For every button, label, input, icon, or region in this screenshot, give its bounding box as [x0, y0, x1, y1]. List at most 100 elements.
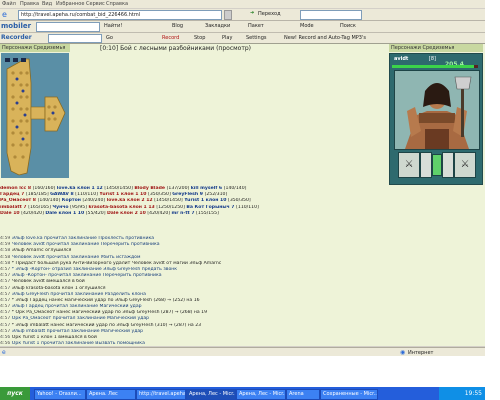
right-panel-header: Персонажи Средиземья [389, 44, 483, 52]
bookmarks-button[interactable]: Закладки [205, 23, 230, 29]
log-time: 4:57 [0, 304, 12, 310]
mp3-promo-link[interactable]: New! Record and Auto-Tag MP3's [284, 35, 366, 41]
log-text: Орк Ра_Омасеот прочитал заклинание Магич… [11, 316, 150, 322]
fighter-name[interactable]: Гардец 7 [0, 192, 26, 197]
armor-slot-icon[interactable] [420, 152, 432, 178]
fighter-hp: [1450/1450] [104, 186, 135, 191]
fighter-name[interactable]: Dale 10 [0, 211, 21, 216]
address-input[interactable]: http://travel.apeha.ru/combat_bid_226466… [18, 10, 222, 20]
fighter-name[interactable]: kill myself 6 [191, 186, 224, 191]
fighter-hp: [155/155] [196, 210, 219, 216]
menu-file[interactable]: Файл [2, 1, 16, 7]
player-portrait [394, 70, 480, 150]
stop-button[interactable]: Stop [194, 35, 205, 41]
mana-bar [432, 154, 442, 176]
browser-window: Файл Правка Вид Избранное Сервис Справка… [0, 0, 485, 400]
log-time: 4:57 [0, 285, 12, 291]
ie-icon: e [2, 10, 7, 19]
toolbar-search-input[interactable] [300, 10, 362, 20]
log-time: 4:57 [0, 328, 12, 334]
fighter-hp: [140/140] [37, 198, 62, 204]
player-name[interactable]: avidt [394, 56, 408, 62]
toolbar1-search-input[interactable] [36, 22, 100, 32]
blog-button[interactable]: Blog [172, 23, 183, 29]
log-text: Человек avidt прочитал заклинание Перече… [11, 242, 160, 248]
task-item[interactable]: Арена, Лес - Micr... [186, 389, 236, 400]
fighter-name[interactable]: krasota-basota клон 1 13 [88, 205, 156, 210]
fighter-name[interactable]: demon lcc 8 [0, 186, 33, 191]
internet-zone-icon: ◉ [400, 349, 406, 356]
fighter-name[interactable]: Yurist 1 клон 1 10 [99, 192, 148, 197]
right-weapon-slot-icon[interactable]: ⚔ [454, 152, 476, 178]
task-item[interactable]: Арена, Лес - Micr... [236, 389, 286, 400]
log-text: Эльф krasota-basota клон 1 оглушился [11, 285, 106, 291]
log-text: Орк Yurist 1 прочитал заклинание Вызвать… [11, 341, 145, 347]
record-button[interactable]: Record [162, 35, 179, 41]
start-button[interactable]: пуск [0, 387, 30, 400]
mode-button[interactable]: Mode [300, 23, 314, 29]
log-time: 4:57 [0, 310, 12, 316]
find-button[interactable]: Найти! [104, 23, 122, 29]
fighter-name[interactable]: Ра_Омасеот 8 [0, 198, 38, 203]
fighter-name[interactable]: imbalatt 7 [0, 205, 28, 210]
recorder-go-button[interactable]: Go [106, 35, 113, 41]
package-button[interactable]: Пакет [248, 23, 264, 29]
menu-tools[interactable]: Сервис [86, 1, 105, 7]
log-time: 4:58 [0, 248, 12, 254]
log-text: Орк Yurist 1 клон 1 вмешался в бой [11, 335, 97, 340]
fighter-name[interactable]: Blody Blade [134, 186, 166, 191]
task-item[interactable]: Сохраненные - Micr... [320, 389, 378, 400]
shield-slot-icon[interactable] [442, 152, 454, 178]
task-item[interactable]: http://travel.apeha [136, 389, 186, 400]
recorder-brand: Recorder [1, 34, 32, 41]
fighter-hp: [95/95] [70, 204, 89, 210]
menu-edit[interactable]: Правка [20, 1, 39, 7]
player-header: avidt [8] [392, 56, 478, 64]
task-item[interactable]: Арена. Лес [86, 389, 136, 400]
fighter-name[interactable]: love.ka клон 1 12 [57, 186, 105, 191]
fighter-name[interactable]: love.ka клон 2 12 [107, 198, 155, 203]
battle-map[interactable] [1, 53, 69, 178]
settings-button[interactable]: Settings [246, 35, 267, 41]
fighter-name[interactable]: Ва Кот Горыныч 7 [186, 205, 236, 210]
equipment-slots: ⚔ ⚔ [394, 152, 478, 178]
go-button[interactable]: Переход [258, 11, 281, 17]
menu-help[interactable]: Справка [106, 1, 128, 7]
log-text: Эльф imbalatt прочитал заклинание Магиче… [11, 328, 144, 334]
log-text: Человек avidt прочитал заклинание Убить … [11, 254, 141, 260]
log-time: 4:57 [0, 316, 12, 322]
fighter-name[interactable]: Чунчо [52, 205, 70, 210]
log-text: * Эльф Гардец нанёс магический удар по Э… [11, 297, 200, 303]
fighter-name[interactable]: GreyFlesh 9 [172, 192, 204, 197]
fighter-name[interactable]: Dale клон 2 10 [107, 211, 147, 216]
log-time: 4:57 [0, 297, 12, 303]
fighter-name[interactable]: Dale клон 1 10 [45, 211, 85, 216]
fighter-name[interactable]: GAWAV 8 [50, 192, 75, 197]
address-dropdown-icon[interactable] [224, 10, 232, 20]
task-item[interactable]: Arena [286, 389, 320, 400]
left-weapon-slot-icon[interactable]: ⚔ [398, 152, 420, 178]
map-header: Персонажи Средиземья [0, 44, 70, 52]
fighter-hp: [350/350] [228, 198, 251, 204]
menu-favorites[interactable]: Избранное [56, 1, 84, 7]
log-text: * Орк Ра_Омасеот нанёс магический удар п… [11, 310, 208, 316]
fighter-hp: [185/185] [25, 192, 51, 198]
task-item[interactable]: Yahoo! - Оrазли... [34, 389, 86, 400]
log-text: Эльф Amarnc оглушился [11, 248, 72, 254]
fighter-name[interactable]: Кортон [62, 198, 83, 203]
log-time: 4:56 [0, 341, 12, 347]
go-arrow-icon[interactable]: ➜ [250, 10, 254, 16]
player-hp-bar [392, 65, 478, 68]
taskbar: пуск Yahoo! - Оrазли... Арена. Лес http:… [0, 387, 485, 400]
fighter-name[interactable]: Yurist 1 клон 10 [184, 198, 228, 203]
play-button[interactable]: Play [222, 35, 232, 41]
search-button[interactable]: Поиск [340, 23, 356, 29]
battle-title: [0:10] Бой с лесными разбойниками (просм… [100, 45, 251, 52]
fighter-hp: [137/200] [166, 186, 191, 191]
log-time: 4:58 [0, 254, 12, 260]
menu-view[interactable]: Вид [42, 1, 52, 7]
recorder-input[interactable] [48, 34, 102, 43]
toolbar-2: Recorder Go Record Stop Play Settings Ne… [0, 33, 485, 44]
fighter-name[interactable]: mr n-tt 7 [172, 211, 197, 216]
fighter-hp: [1250/1250] [156, 204, 187, 210]
